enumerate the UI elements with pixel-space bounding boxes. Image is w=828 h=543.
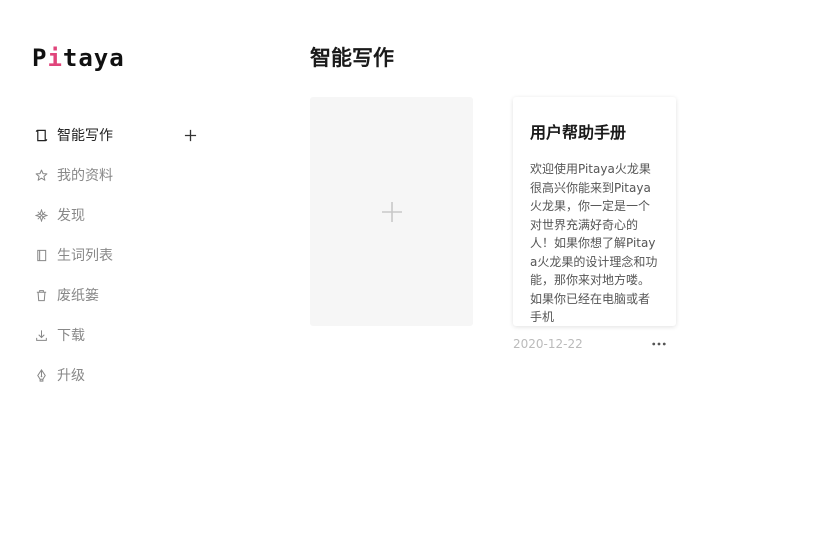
app-logo[interactable]: Pitaya <box>32 44 125 72</box>
plus-icon <box>184 129 196 141</box>
sidebar-item-label: 废纸篓 <box>57 288 99 304</box>
star-icon <box>32 166 50 184</box>
sidebar-item-label: 下载 <box>57 328 85 344</box>
document-icon <box>32 126 50 144</box>
plus-icon <box>381 201 402 222</box>
book-icon <box>32 246 50 264</box>
document-date: 2020-12-22 <box>513 337 583 351</box>
document-excerpt: 欢迎使用Pitaya火龙果很高兴你能来到Pitaya火龙果，你一定是一个对世界充… <box>530 162 658 324</box>
sidebar-item-label: 升级 <box>57 368 85 384</box>
sidebar-nav: 智能写作 我的资料 发现 生词列表 废纸篓 下载 升级 <box>32 115 212 395</box>
pen-nib-icon <box>32 366 50 384</box>
sidebar-item-vocabulary[interactable]: 生词列表 <box>32 235 212 275</box>
trash-icon <box>32 286 50 304</box>
document-card[interactable]: 用户帮助手册 欢迎使用Pitaya火龙果很高兴你能来到Pitaya火龙果，你一定… <box>513 97 676 326</box>
sidebar-item-smart-writing[interactable]: 智能写作 <box>32 115 212 155</box>
more-horizontal-icon <box>652 342 666 346</box>
add-document-button[interactable] <box>181 126 199 144</box>
sidebar-item-download[interactable]: 下载 <box>32 315 212 355</box>
compass-icon <box>32 206 50 224</box>
sidebar-item-my-materials[interactable]: 我的资料 <box>32 155 212 195</box>
sidebar-item-discover[interactable]: 发现 <box>32 195 212 235</box>
sidebar-item-upgrade[interactable]: 升级 <box>32 355 212 395</box>
new-document-card[interactable] <box>310 97 473 326</box>
sidebar-item-label: 发现 <box>57 208 85 224</box>
sidebar-item-trash[interactable]: 废纸篓 <box>32 275 212 315</box>
download-icon <box>32 326 50 344</box>
sidebar-item-label: 智能写作 <box>57 128 113 144</box>
page-title: 智能写作 <box>310 46 394 70</box>
sidebar-item-label: 生词列表 <box>57 248 113 264</box>
sidebar-item-label: 我的资料 <box>57 168 113 184</box>
sidebar: Pitaya 智能写作 我的资料 发现 生词列表 废纸篓 下载 升级 <box>0 0 240 543</box>
document-title: 用户帮助手册 <box>530 123 627 142</box>
document-more-button[interactable] <box>649 334 669 354</box>
